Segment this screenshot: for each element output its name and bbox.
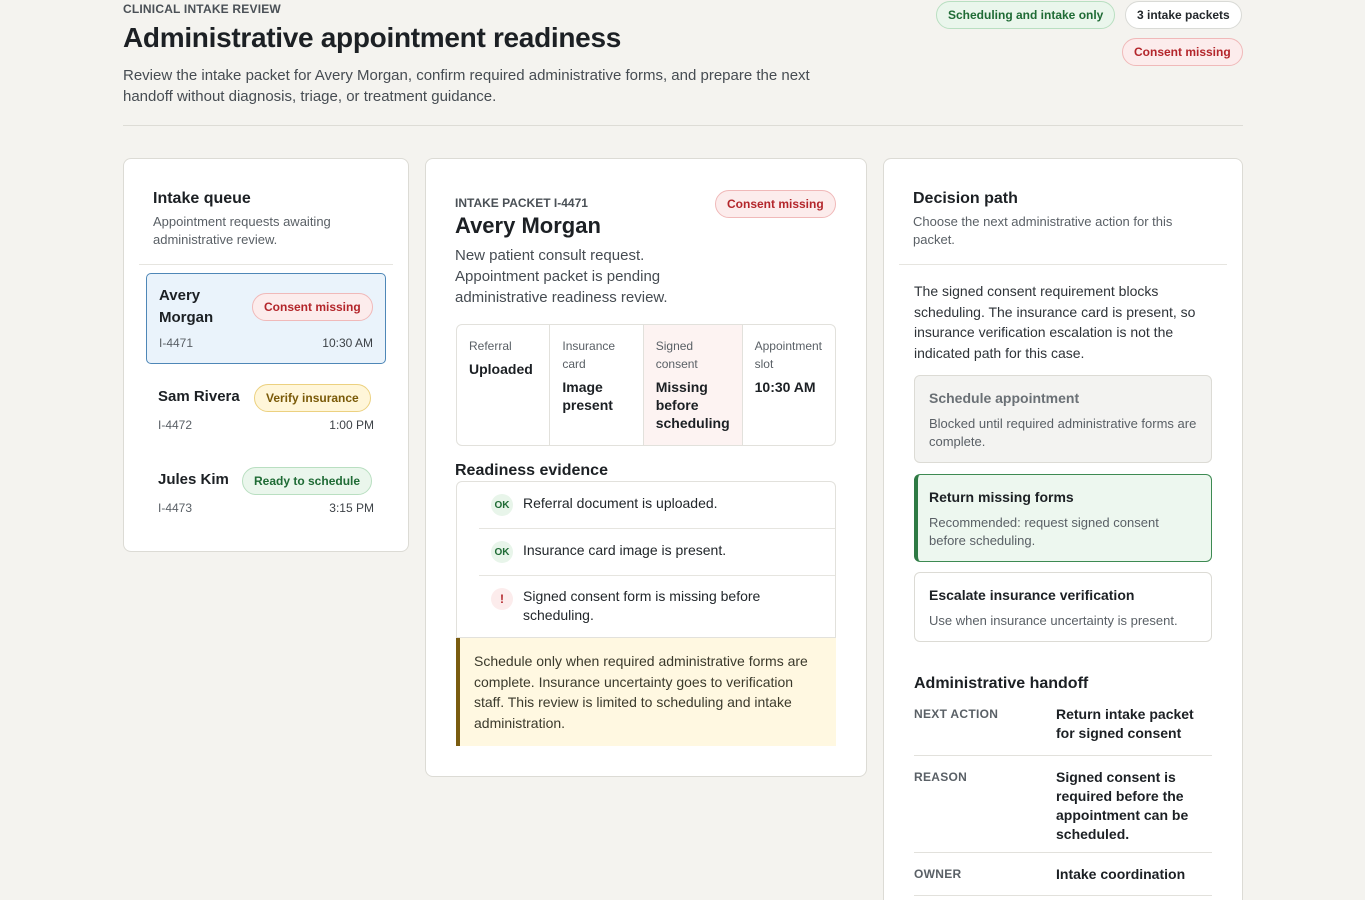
evidence-text: Signed consent form is missing before sc… <box>523 588 761 623</box>
evidence-item: OK Referral document is uploaded. <box>479 482 835 529</box>
option-description: Use when insurance uncertainty is presen… <box>929 613 1178 628</box>
handoff-row-next-action: NEXT ACTION Return intake packet for sig… <box>914 697 1212 756</box>
field-referral: Referral Uploaded <box>457 325 551 445</box>
handoff-row-owner: OWNER Intake coordination <box>914 853 1212 896</box>
handoff-row-reason: REASON Signed consent is required before… <box>914 756 1212 853</box>
handoff-key: NEXT ACTION <box>914 707 999 721</box>
decision-title: Decision path <box>913 190 1018 207</box>
queue-divider <box>139 264 393 265</box>
status-badge: Consent missing <box>1122 38 1243 66</box>
queue-item-name: Jules Kim <box>158 471 229 488</box>
field-label: Signed consent <box>655 339 698 371</box>
queue-item-jules-kim[interactable]: Jules Kim Ready to schedule I-4473 3:15 … <box>146 460 386 524</box>
packet-fields: Referral Uploaded Insurance card Image p… <box>456 324 836 446</box>
header-divider <box>123 125 1243 126</box>
field-value: 10:30 AM <box>754 379 816 395</box>
evidence-item: ! Signed consent form is missing before … <box>479 576 835 638</box>
check-ok-icon: OK <box>491 541 513 563</box>
field-value: Image present <box>562 379 613 413</box>
packet-count-badge: 3 intake packets <box>1125 1 1242 29</box>
handoff-value: Signed consent is required before the ap… <box>1056 769 1189 842</box>
queue-item-name: Sam Rivera <box>158 388 240 405</box>
decision-intro: The signed consent requirement blocks sc… <box>914 283 1196 361</box>
intake-queue-panel: Intake queue Appointment requests awaiti… <box>123 158 409 552</box>
evidence-text: Insurance card image is present. <box>523 542 727 558</box>
queue-item-time: 10:30 AM <box>322 336 373 350</box>
packet-status-badge: Consent missing <box>715 190 836 218</box>
queue-item-id: I-4472 <box>158 418 193 432</box>
queue-item-status: Consent missing <box>252 293 373 321</box>
queue-title: Intake queue <box>153 190 251 207</box>
page-subtitle: Review the intake packet for Avery Morga… <box>123 67 810 105</box>
handoff-key: REASON <box>914 770 968 784</box>
decision-divider <box>899 264 1227 265</box>
alert-icon: ! <box>491 588 513 610</box>
field-value: Missing before scheduling <box>655 379 730 431</box>
field-label: Referral <box>469 339 512 353</box>
page-eyebrow: CLINICAL INTAKE REVIEW <box>123 2 281 16</box>
scope-note: Schedule only when required administrati… <box>456 638 836 746</box>
evidence-item: OK Insurance card image is present. <box>479 529 835 576</box>
field-signed-consent: Signed consent Missing before scheduling <box>643 325 743 445</box>
field-label: Appointment slot <box>754 339 823 371</box>
queue-item-status: Verify insurance <box>254 384 371 412</box>
decision-path-panel: Decision path Choose the next administra… <box>883 158 1243 900</box>
packet-description: New patient consult request. Appointment… <box>455 247 668 306</box>
queue-item-status: Ready to schedule <box>242 467 373 495</box>
queue-item-avery-morgan[interactable]: Avery Morgan Consent missing I-4471 10:3… <box>146 273 386 364</box>
handoff-key: OWNER <box>914 867 962 881</box>
evidence-title: Readiness evidence <box>455 462 608 479</box>
handoff-value: Return intake packet for signed consent <box>1056 706 1194 741</box>
schedule-appointment-option[interactable]: Schedule appointment Blocked until requi… <box>914 375 1212 463</box>
option-description: Recommended: request signed consent befo… <box>929 515 1159 548</box>
handoff-value: Intake coordination <box>1056 866 1186 882</box>
queue-item-id: I-4473 <box>158 501 193 515</box>
field-appointment-slot: Appointment slot 10:30 AM <box>743 325 835 445</box>
queue-item-time: 3:15 PM <box>329 501 374 515</box>
packet-eyebrow: INTAKE PACKET I-4471 <box>455 196 588 210</box>
handoff-title: Administrative handoff <box>914 675 1089 692</box>
queue-item-name: Avery Morgan <box>159 287 214 326</box>
decision-subtitle: Choose the next administrative action fo… <box>913 214 1173 247</box>
option-title: Schedule appointment <box>929 390 1080 406</box>
return-missing-forms-option[interactable]: Return missing forms Recommended: reques… <box>914 474 1212 562</box>
readiness-evidence-list: OK Referral document is uploaded. OK Ins… <box>456 481 836 638</box>
option-title: Escalate insurance verification <box>929 587 1135 603</box>
queue-item-sam-rivera[interactable]: Sam Rivera Verify insurance I-4472 1:00 … <box>146 377 386 441</box>
scope-badge: Scheduling and intake only <box>936 1 1116 29</box>
evidence-text: Referral document is uploaded. <box>523 495 718 511</box>
option-description: Blocked until required administrative fo… <box>929 416 1197 449</box>
field-insurance-card: Insurance card Image present <box>550 325 644 445</box>
queue-item-time: 1:00 PM <box>329 418 374 432</box>
option-title: Return missing forms <box>929 489 1074 505</box>
field-value: Uploaded <box>469 361 533 377</box>
queue-item-id: I-4471 <box>159 336 194 350</box>
intake-packet-panel: INTAKE PACKET I-4471 Avery Morgan Consen… <box>425 158 867 777</box>
queue-subtitle: Appointment requests awaiting administra… <box>153 214 331 247</box>
check-ok-icon: OK <box>491 494 513 516</box>
page-title: Administrative appointment readiness <box>123 22 621 53</box>
packet-patient-name: Avery Morgan <box>455 213 601 238</box>
escalate-insurance-option[interactable]: Escalate insurance verification Use when… <box>914 572 1212 642</box>
field-label: Insurance card <box>562 339 616 371</box>
